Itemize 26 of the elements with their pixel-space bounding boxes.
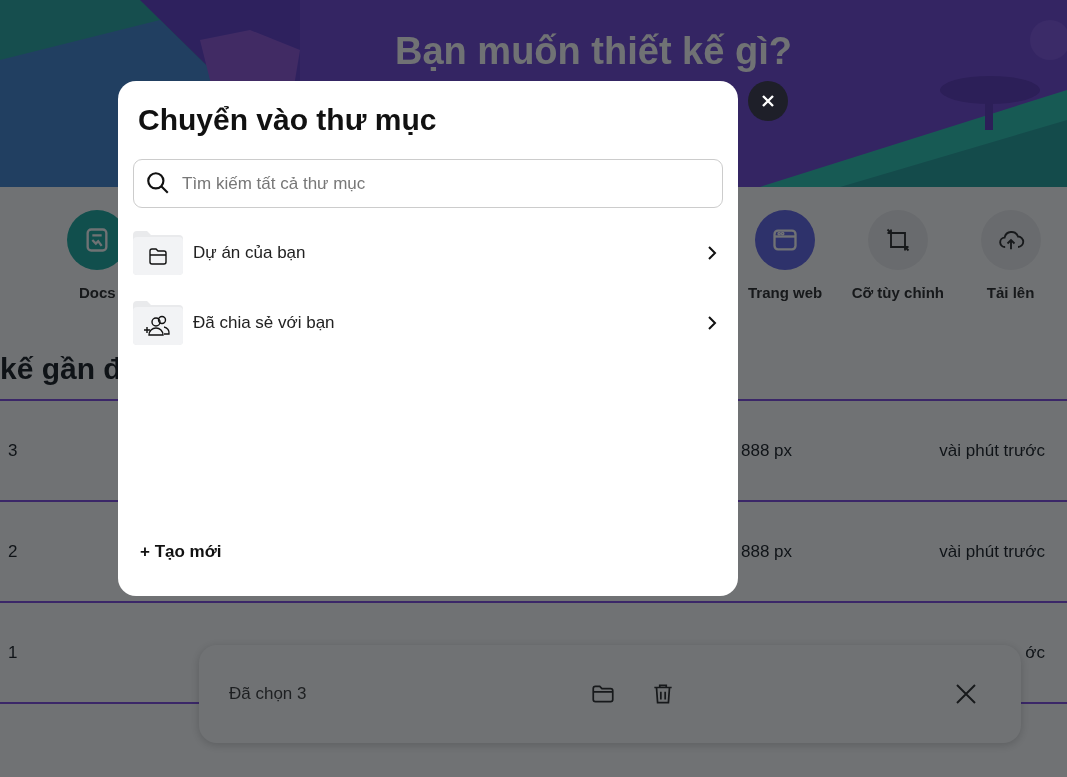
folder-item[interactable]: Dự án của bạn — [133, 231, 723, 275]
table-cell-text: vài phút trước — [938, 440, 1046, 461]
chevron-right-icon — [707, 315, 717, 331]
table-cell: 888 px — [741, 541, 793, 561]
table-cell: 3 — [8, 440, 18, 460]
folder-item[interactable]: Đã chia sẻ với bạn — [133, 301, 723, 345]
close-icon[interactable] — [955, 683, 977, 705]
shared-folder-icon — [133, 301, 183, 345]
table-cell: 2 — [8, 541, 18, 561]
create-new-button[interactable]: + Tạo mới — [140, 542, 222, 562]
table-cell: 1 — [8, 642, 18, 662]
dialog-title: Chuyển vào thư mục — [138, 103, 438, 137]
table-cell-text: ớc — [1024, 642, 1046, 663]
category-label: Trang web — [748, 284, 823, 301]
search-icon — [145, 170, 171, 196]
hero-title: Bạn muốn thiết kế gì? — [395, 30, 792, 73]
category-label: Docs — [79, 284, 116, 301]
category-label: Tải lên — [986, 284, 1035, 301]
search-field[interactable]: Tìm kiếm tất cả thư mục — [133, 159, 723, 208]
selection-count: Đã chọn 3 — [229, 684, 308, 704]
table-cell-text: vài phút trước — [938, 541, 1046, 562]
category-label: Cỡ tùy chỉnh — [851, 284, 945, 301]
close-icon — [761, 94, 775, 108]
folder-icon — [133, 231, 183, 275]
chevron-right-icon — [707, 245, 717, 261]
table-cell: 888 px — [741, 440, 793, 460]
